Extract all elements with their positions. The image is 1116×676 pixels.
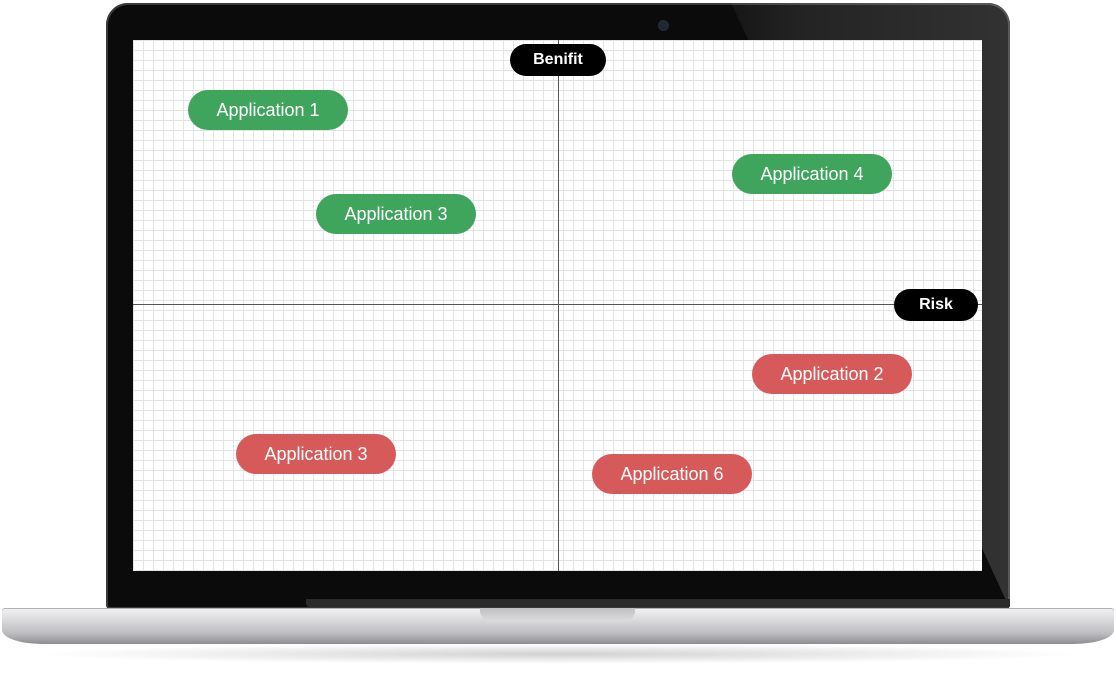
application-pill[interactable]: Application 1 <box>188 90 348 130</box>
laptop-base-notch <box>480 608 635 621</box>
benefit-axis-label: Benifit <box>510 44 606 76</box>
camera-icon <box>659 21 668 30</box>
application-pill[interactable]: Application 4 <box>732 154 892 194</box>
risk-benefit-matrix: Benifit Risk Application 1 Application 3… <box>133 40 982 571</box>
risk-axis-line <box>133 304 982 305</box>
benefit-axis-line <box>558 40 559 571</box>
application-pill[interactable]: Application 3 <box>236 434 396 474</box>
risk-axis-label: Risk <box>894 289 978 321</box>
laptop-mockup: Benifit Risk Application 1 Application 3… <box>0 0 1116 676</box>
application-pill[interactable]: Application 3 <box>316 194 476 234</box>
laptop-shadow <box>30 644 1086 664</box>
bezel-bottom <box>306 599 1010 607</box>
application-pill[interactable]: Application 2 <box>752 354 912 394</box>
application-pill[interactable]: Application 6 <box>592 454 752 494</box>
